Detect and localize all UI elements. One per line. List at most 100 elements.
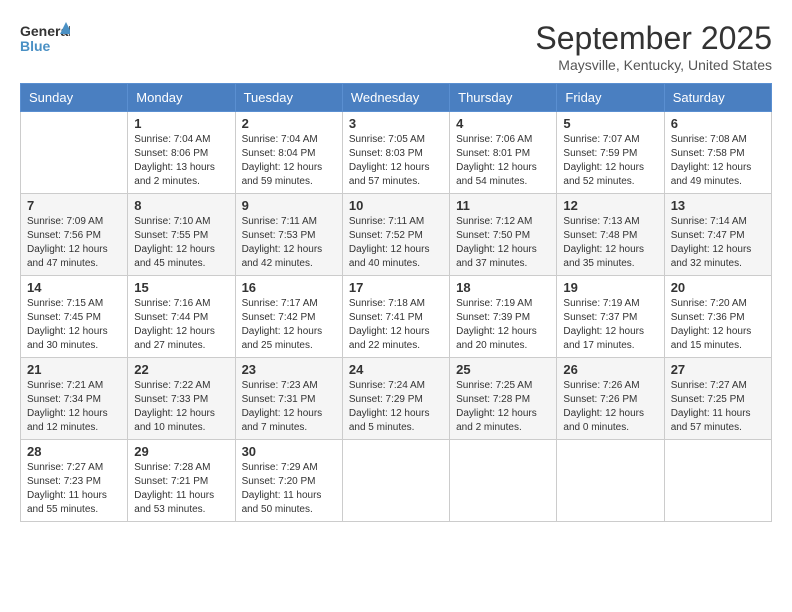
calendar-week-row: 7 Sunrise: 7:09 AMSunset: 7:56 PMDaylight… [21,194,772,276]
day-info: Sunrise: 7:28 AMSunset: 7:21 PMDaylight:… [134,461,228,517]
day-info: Sunrise: 7:21 AMSunset: 7:34 PMDaylight:… [27,379,121,435]
calendar-cell: 6 Sunrise: 7:08 AMSunset: 7:58 PMDaylight… [664,112,771,194]
calendar-cell: 21 Sunrise: 7:21 AMSunset: 7:34 PMDayligh… [21,358,128,440]
calendar-table: SundayMondayTuesdayWednesdayThursdayFrid… [20,83,772,522]
day-number: 22 [134,362,228,377]
day-info: Sunrise: 7:18 AMSunset: 7:41 PMDaylight:… [349,297,443,353]
day-number: 29 [134,444,228,459]
day-number: 17 [349,280,443,295]
calendar-cell: 16 Sunrise: 7:17 AMSunset: 7:42 PMDayligh… [235,276,342,358]
calendar-cell [450,440,557,522]
calendar-cell: 30 Sunrise: 7:29 AMSunset: 7:20 PMDayligh… [235,440,342,522]
day-info: Sunrise: 7:24 AMSunset: 7:29 PMDaylight:… [349,379,443,435]
day-info: Sunrise: 7:22 AMSunset: 7:33 PMDaylight:… [134,379,228,435]
logo-svg: General Blue [20,20,70,60]
day-number: 24 [349,362,443,377]
day-info: Sunrise: 7:14 AMSunset: 7:47 PMDaylight:… [671,215,765,271]
day-number: 7 [27,198,121,213]
page-header: General Blue September 2025 Maysville, K… [20,20,772,73]
day-info: Sunrise: 7:23 AMSunset: 7:31 PMDaylight:… [242,379,336,435]
weekday-header: Monday [128,84,235,112]
day-number: 11 [456,198,550,213]
day-number: 26 [563,362,657,377]
calendar-cell: 26 Sunrise: 7:26 AMSunset: 7:26 PMDayligh… [557,358,664,440]
day-info: Sunrise: 7:20 AMSunset: 7:36 PMDaylight:… [671,297,765,353]
calendar-cell: 20 Sunrise: 7:20 AMSunset: 7:36 PMDayligh… [664,276,771,358]
day-info: Sunrise: 7:29 AMSunset: 7:20 PMDaylight:… [242,461,336,517]
day-info: Sunrise: 7:19 AMSunset: 7:39 PMDaylight:… [456,297,550,353]
calendar-week-row: 14Sunrise: 7:15 AMSunset: 7:45 PMDayligh… [21,276,772,358]
calendar-cell: 8 Sunrise: 7:10 AMSunset: 7:55 PMDaylight… [128,194,235,276]
calendar-cell: 28Sunrise: 7:27 AMSunset: 7:23 PMDayligh… [21,440,128,522]
calendar-cell [342,440,449,522]
calendar-cell [21,112,128,194]
calendar-cell [664,440,771,522]
day-number: 27 [671,362,765,377]
day-number: 4 [456,116,550,131]
calendar-cell: 29 Sunrise: 7:28 AMSunset: 7:21 PMDayligh… [128,440,235,522]
day-number: 19 [563,280,657,295]
day-number: 30 [242,444,336,459]
calendar-cell: 9 Sunrise: 7:11 AMSunset: 7:53 PMDaylight… [235,194,342,276]
calendar-cell: 17 Sunrise: 7:18 AMSunset: 7:41 PMDayligh… [342,276,449,358]
calendar-cell: 1 Sunrise: 7:04 AMSunset: 8:06 PMDaylight… [128,112,235,194]
day-info: Sunrise: 7:05 AMSunset: 8:03 PMDaylight:… [349,133,443,189]
calendar-cell: 15Sunrise: 7:16 AMSunset: 7:44 PMDayligh… [128,276,235,358]
calendar-week-row: 28Sunrise: 7:27 AMSunset: 7:23 PMDayligh… [21,440,772,522]
weekday-header: Sunday [21,84,128,112]
calendar-cell: 4 Sunrise: 7:06 AMSunset: 8:01 PMDaylight… [450,112,557,194]
day-info: Sunrise: 7:09 AMSunset: 7:56 PMDaylight:… [27,215,121,271]
calendar-cell: 7 Sunrise: 7:09 AMSunset: 7:56 PMDaylight… [21,194,128,276]
day-number: 13 [671,198,765,213]
day-info: Sunrise: 7:19 AMSunset: 7:37 PMDaylight:… [563,297,657,353]
day-info: Sunrise: 7:15 AMSunset: 7:45 PMDaylight:… [27,297,121,353]
calendar-cell: 2Sunrise: 7:04 AMSunset: 8:04 PMDaylight… [235,112,342,194]
day-info: Sunrise: 7:08 AMSunset: 7:58 PMDaylight:… [671,133,765,189]
day-number: 25 [456,362,550,377]
calendar-cell: 27 Sunrise: 7:27 AMSunset: 7:25 PMDayligh… [664,358,771,440]
calendar-cell [557,440,664,522]
day-info: Sunrise: 7:26 AMSunset: 7:26 PMDaylight:… [563,379,657,435]
calendar-cell: 13 Sunrise: 7:14 AMSunset: 7:47 PMDayligh… [664,194,771,276]
weekday-header: Tuesday [235,84,342,112]
day-number: 16 [242,280,336,295]
day-number: 21 [27,362,121,377]
day-info: Sunrise: 7:07 AMSunset: 7:59 PMDaylight:… [563,133,657,189]
day-number: 9 [242,198,336,213]
calendar-week-row: 21 Sunrise: 7:21 AMSunset: 7:34 PMDayligh… [21,358,772,440]
calendar-cell: 22 Sunrise: 7:22 AMSunset: 7:33 PMDayligh… [128,358,235,440]
title-block: September 2025 Maysville, Kentucky, Unit… [535,20,772,73]
calendar-cell: 3 Sunrise: 7:05 AMSunset: 8:03 PMDaylight… [342,112,449,194]
day-number: 23 [242,362,336,377]
day-number: 1 [134,116,228,131]
day-number: 20 [671,280,765,295]
calendar-cell: 10Sunrise: 7:11 AMSunset: 7:52 PMDayligh… [342,194,449,276]
day-number: 2 [242,116,336,131]
day-number: 12 [563,198,657,213]
calendar-cell: 11 Sunrise: 7:12 AMSunset: 7:50 PMDayligh… [450,194,557,276]
day-info: Sunrise: 7:12 AMSunset: 7:50 PMDaylight:… [456,215,550,271]
calendar-cell: 24 Sunrise: 7:24 AMSunset: 7:29 PMDayligh… [342,358,449,440]
weekday-header: Saturday [664,84,771,112]
day-info: Sunrise: 7:27 AMSunset: 7:23 PMDaylight:… [27,461,121,517]
calendar-cell: 19 Sunrise: 7:19 AMSunset: 7:37 PMDayligh… [557,276,664,358]
calendar-cell: 25Sunrise: 7:25 AMSunset: 7:28 PMDayligh… [450,358,557,440]
day-info: Sunrise: 7:04 AMSunset: 8:06 PMDaylight:… [134,133,228,189]
weekday-header: Wednesday [342,84,449,112]
day-info: Sunrise: 7:13 AMSunset: 7:48 PMDaylight:… [563,215,657,271]
calendar-cell: 18 Sunrise: 7:19 AMSunset: 7:39 PMDayligh… [450,276,557,358]
logo: General Blue [20,20,70,60]
day-info: Sunrise: 7:06 AMSunset: 8:01 PMDaylight:… [456,133,550,189]
calendar-cell: 12 Sunrise: 7:13 AMSunset: 7:48 PMDayligh… [557,194,664,276]
day-info: Sunrise: 7:11 AMSunset: 7:53 PMDaylight:… [242,215,336,271]
day-number: 3 [349,116,443,131]
day-number: 18 [456,280,550,295]
day-number: 6 [671,116,765,131]
day-info: Sunrise: 7:27 AMSunset: 7:25 PMDaylight:… [671,379,765,435]
day-number: 15 [134,280,228,295]
calendar-cell: 14Sunrise: 7:15 AMSunset: 7:45 PMDayligh… [21,276,128,358]
day-number: 8 [134,198,228,213]
day-info: Sunrise: 7:17 AMSunset: 7:42 PMDaylight:… [242,297,336,353]
day-info: Sunrise: 7:10 AMSunset: 7:55 PMDaylight:… [134,215,228,271]
day-number: 10 [349,198,443,213]
